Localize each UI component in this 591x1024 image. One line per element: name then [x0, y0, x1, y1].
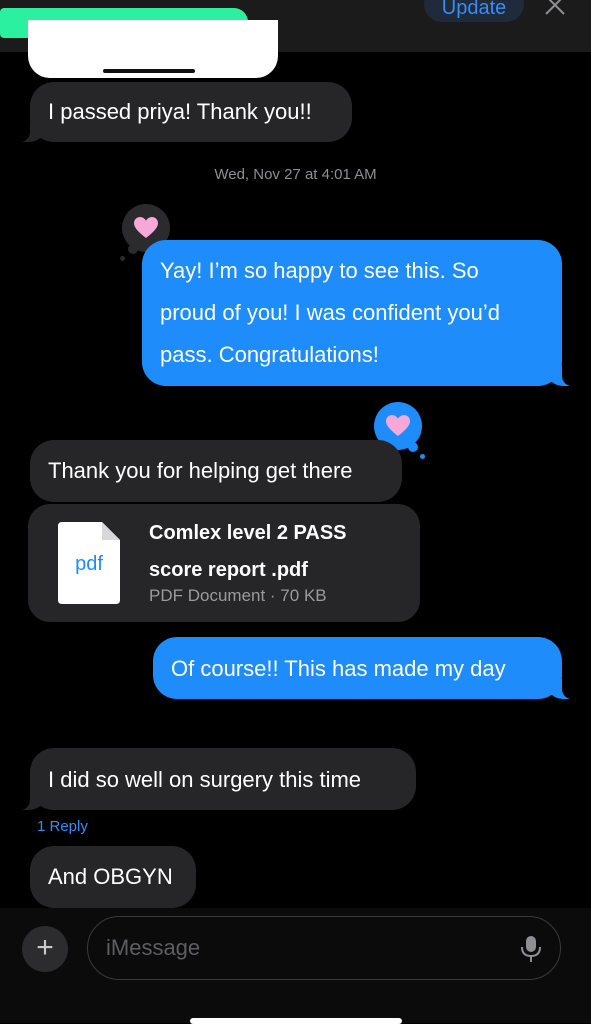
- update-button[interactable]: Update: [424, 0, 524, 22]
- pdf-attachment[interactable]: pdf Comlex level 2 PASS score report .pd…: [28, 504, 420, 622]
- previous-attachment-card[interactable]: [28, 20, 278, 78]
- pdf-label: pdf: [75, 553, 103, 575]
- timestamp: Wed, Nov 27 at 4:01 AM: [214, 166, 377, 183]
- message-text: I did so well on surgery this time: [48, 767, 362, 792]
- home-indicator: [190, 1018, 402, 1024]
- message-bubble-incoming[interactable]: I passed priya! Thank you!!: [18, 82, 352, 142]
- message-line: proud of you! I was confident you’d: [160, 300, 500, 325]
- reply-count-link[interactable]: 1 Reply: [37, 818, 88, 835]
- heart-icon: [386, 415, 410, 436]
- message-input[interactable]: iMessage: [87, 916, 561, 980]
- add-attachment-button[interactable]: +: [22, 926, 68, 972]
- message-text: Of course!! This has made my day: [171, 656, 506, 681]
- file-meta: PDF Document · 70 KB: [149, 586, 327, 605]
- message-bubble-incoming[interactable]: Thank you for helping get there: [30, 440, 402, 502]
- message-bubble-incoming[interactable]: And OBGYN: [30, 846, 196, 908]
- message-line: pass. Congratulations!: [160, 342, 379, 367]
- file-name-line2: score report .pdf: [149, 559, 308, 581]
- file-name-line1: Comlex level 2 PASS: [149, 522, 347, 544]
- close-icon[interactable]: [544, 0, 566, 16]
- heart-icon: [134, 217, 158, 238]
- message-bubble-outgoing[interactable]: Of course!! This has made my day: [153, 637, 574, 699]
- message-bubble-outgoing[interactable]: Yay! I’m so happy to see this. So proud …: [142, 240, 574, 386]
- pdf-file-icon: pdf: [58, 522, 120, 604]
- message-text: Thank you for helping get there: [48, 458, 353, 483]
- microphone-icon[interactable]: [520, 935, 542, 963]
- card-handle: [103, 69, 195, 73]
- message-line: Yay! I’m so happy to see this. So: [160, 258, 479, 283]
- plus-icon: +: [36, 931, 54, 964]
- message-input-placeholder: iMessage: [106, 935, 201, 960]
- message-text: And OBGYN: [48, 864, 173, 889]
- message-text: I passed priya! Thank you!!: [48, 99, 312, 124]
- message-bubble-incoming[interactable]: I did so well on surgery this time: [18, 748, 416, 810]
